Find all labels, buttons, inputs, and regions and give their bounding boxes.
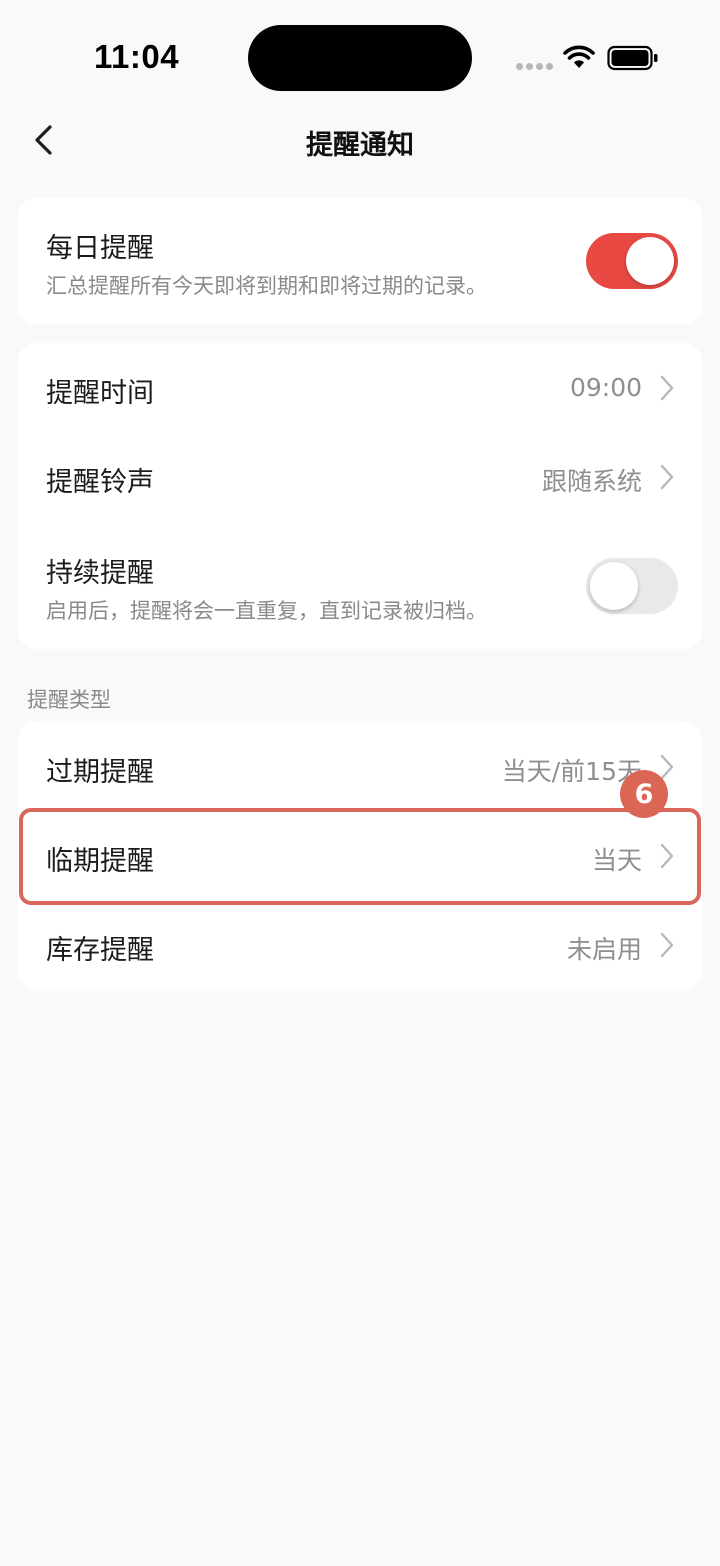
chevron-right-icon	[660, 932, 674, 958]
stock-reminder-value: 未启用	[566, 935, 642, 964]
stock-reminder-row[interactable]: 库存提醒 未启用	[18, 899, 702, 989]
cellular-signal-icon	[516, 63, 553, 70]
persistent-reminder-toggle[interactable]	[586, 558, 678, 614]
reminder-time-value: 09:00	[569, 373, 642, 402]
daily-reminder-label: 每日提醒	[46, 233, 154, 264]
dynamic-island	[248, 25, 472, 91]
reminder-time-label: 提醒时间	[46, 378, 154, 409]
expired-reminder-row[interactable]: 过期提醒 当天/前15天	[18, 721, 702, 811]
status-time: 11:04	[94, 38, 180, 75]
step-badge: 6	[620, 770, 668, 818]
persistent-reminder-description: 启用后，提醒将会一直重复，直到记录被归档。	[46, 599, 487, 623]
section-header-reminder-types: 提醒类型	[27, 688, 111, 712]
daily-reminder-toggle[interactable]	[586, 233, 678, 289]
chevron-right-icon	[660, 464, 674, 490]
page-title: 提醒通知	[306, 130, 414, 161]
highlight-box	[19, 808, 701, 905]
toggle-knob	[590, 562, 638, 610]
daily-reminder-card: 每日提醒 汇总提醒所有今天即将到期和即将过期的记录。	[18, 198, 702, 324]
expired-reminder-value: 当天/前15天	[501, 757, 642, 786]
wifi-icon	[563, 45, 595, 68]
screen: 11:04 提醒通知 每日提醒 汇总提醒所有今天即将到期和即将过期的记录。 提醒…	[0, 0, 720, 1566]
stock-reminder-label: 库存提醒	[46, 935, 154, 966]
persistent-reminder-row: 持续提醒 启用后，提醒将会一直重复，直到记录被归档。	[18, 523, 702, 649]
toggle-knob	[626, 237, 674, 285]
reminder-time-row[interactable]: 提醒时间 09:00	[18, 343, 702, 433]
chevron-right-icon	[660, 375, 674, 401]
reminder-settings-card: 提醒时间 09:00 提醒铃声 跟随系统 持续提醒 启用后，提醒将会一直重复，直…	[18, 343, 702, 649]
expired-reminder-label: 过期提醒	[46, 757, 154, 788]
persistent-reminder-label: 持续提醒	[46, 558, 154, 589]
reminder-sound-label: 提醒铃声	[46, 467, 154, 498]
reminder-sound-value: 跟随系统	[541, 467, 642, 496]
reminder-sound-row[interactable]: 提醒铃声 跟随系统	[18, 433, 702, 523]
battery-icon	[607, 45, 658, 71]
daily-reminder-description: 汇总提醒所有今天即将到期和即将过期的记录。	[46, 274, 487, 298]
chevron-right-icon	[660, 754, 674, 780]
